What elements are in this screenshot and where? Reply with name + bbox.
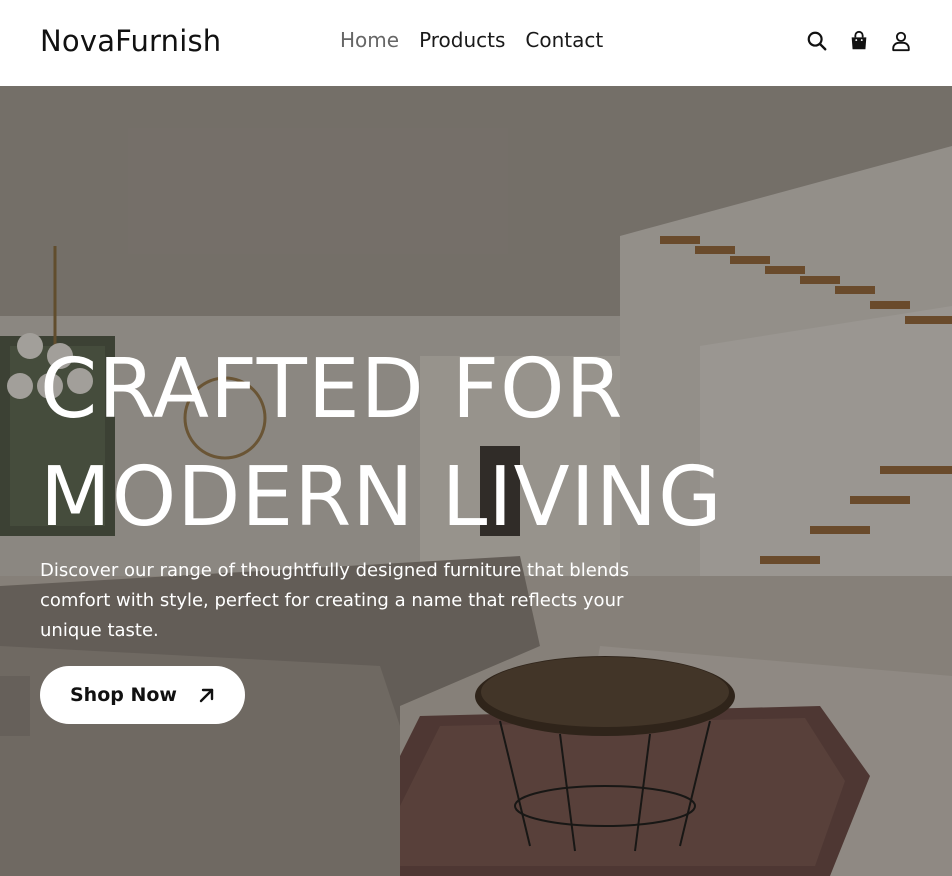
shop-now-button[interactable]: Shop Now [40, 666, 245, 724]
site-header: NovaFurnish Home Products Contact [0, 0, 952, 86]
hero-headline-line-2: MODERN LIVING [40, 450, 723, 545]
header-icons [806, 30, 912, 52]
user-icon[interactable] [890, 30, 912, 52]
shopping-bag-icon[interactable] [848, 30, 870, 52]
search-icon[interactable] [806, 30, 828, 52]
nav-item-contact[interactable]: Contact [525, 28, 603, 52]
brand-logo[interactable]: NovaFurnish [40, 24, 221, 58]
hero-section: CRAFTED FOR MODERN LIVING Discover our r… [0, 86, 952, 876]
hero-headline: CRAFTED FOR MODERN LIVING [40, 336, 840, 552]
nav-item-home[interactable]: Home [340, 28, 399, 52]
nav-item-products[interactable]: Products [419, 28, 505, 52]
hero-description: Discover our range of thoughtfully desig… [40, 560, 629, 641]
main-nav: Home Products Contact [340, 28, 603, 52]
shop-now-label: Shop Now [70, 684, 177, 706]
hero-headline-line-1: CRAFTED FOR [40, 342, 624, 437]
arrow-up-right-icon [199, 688, 214, 703]
